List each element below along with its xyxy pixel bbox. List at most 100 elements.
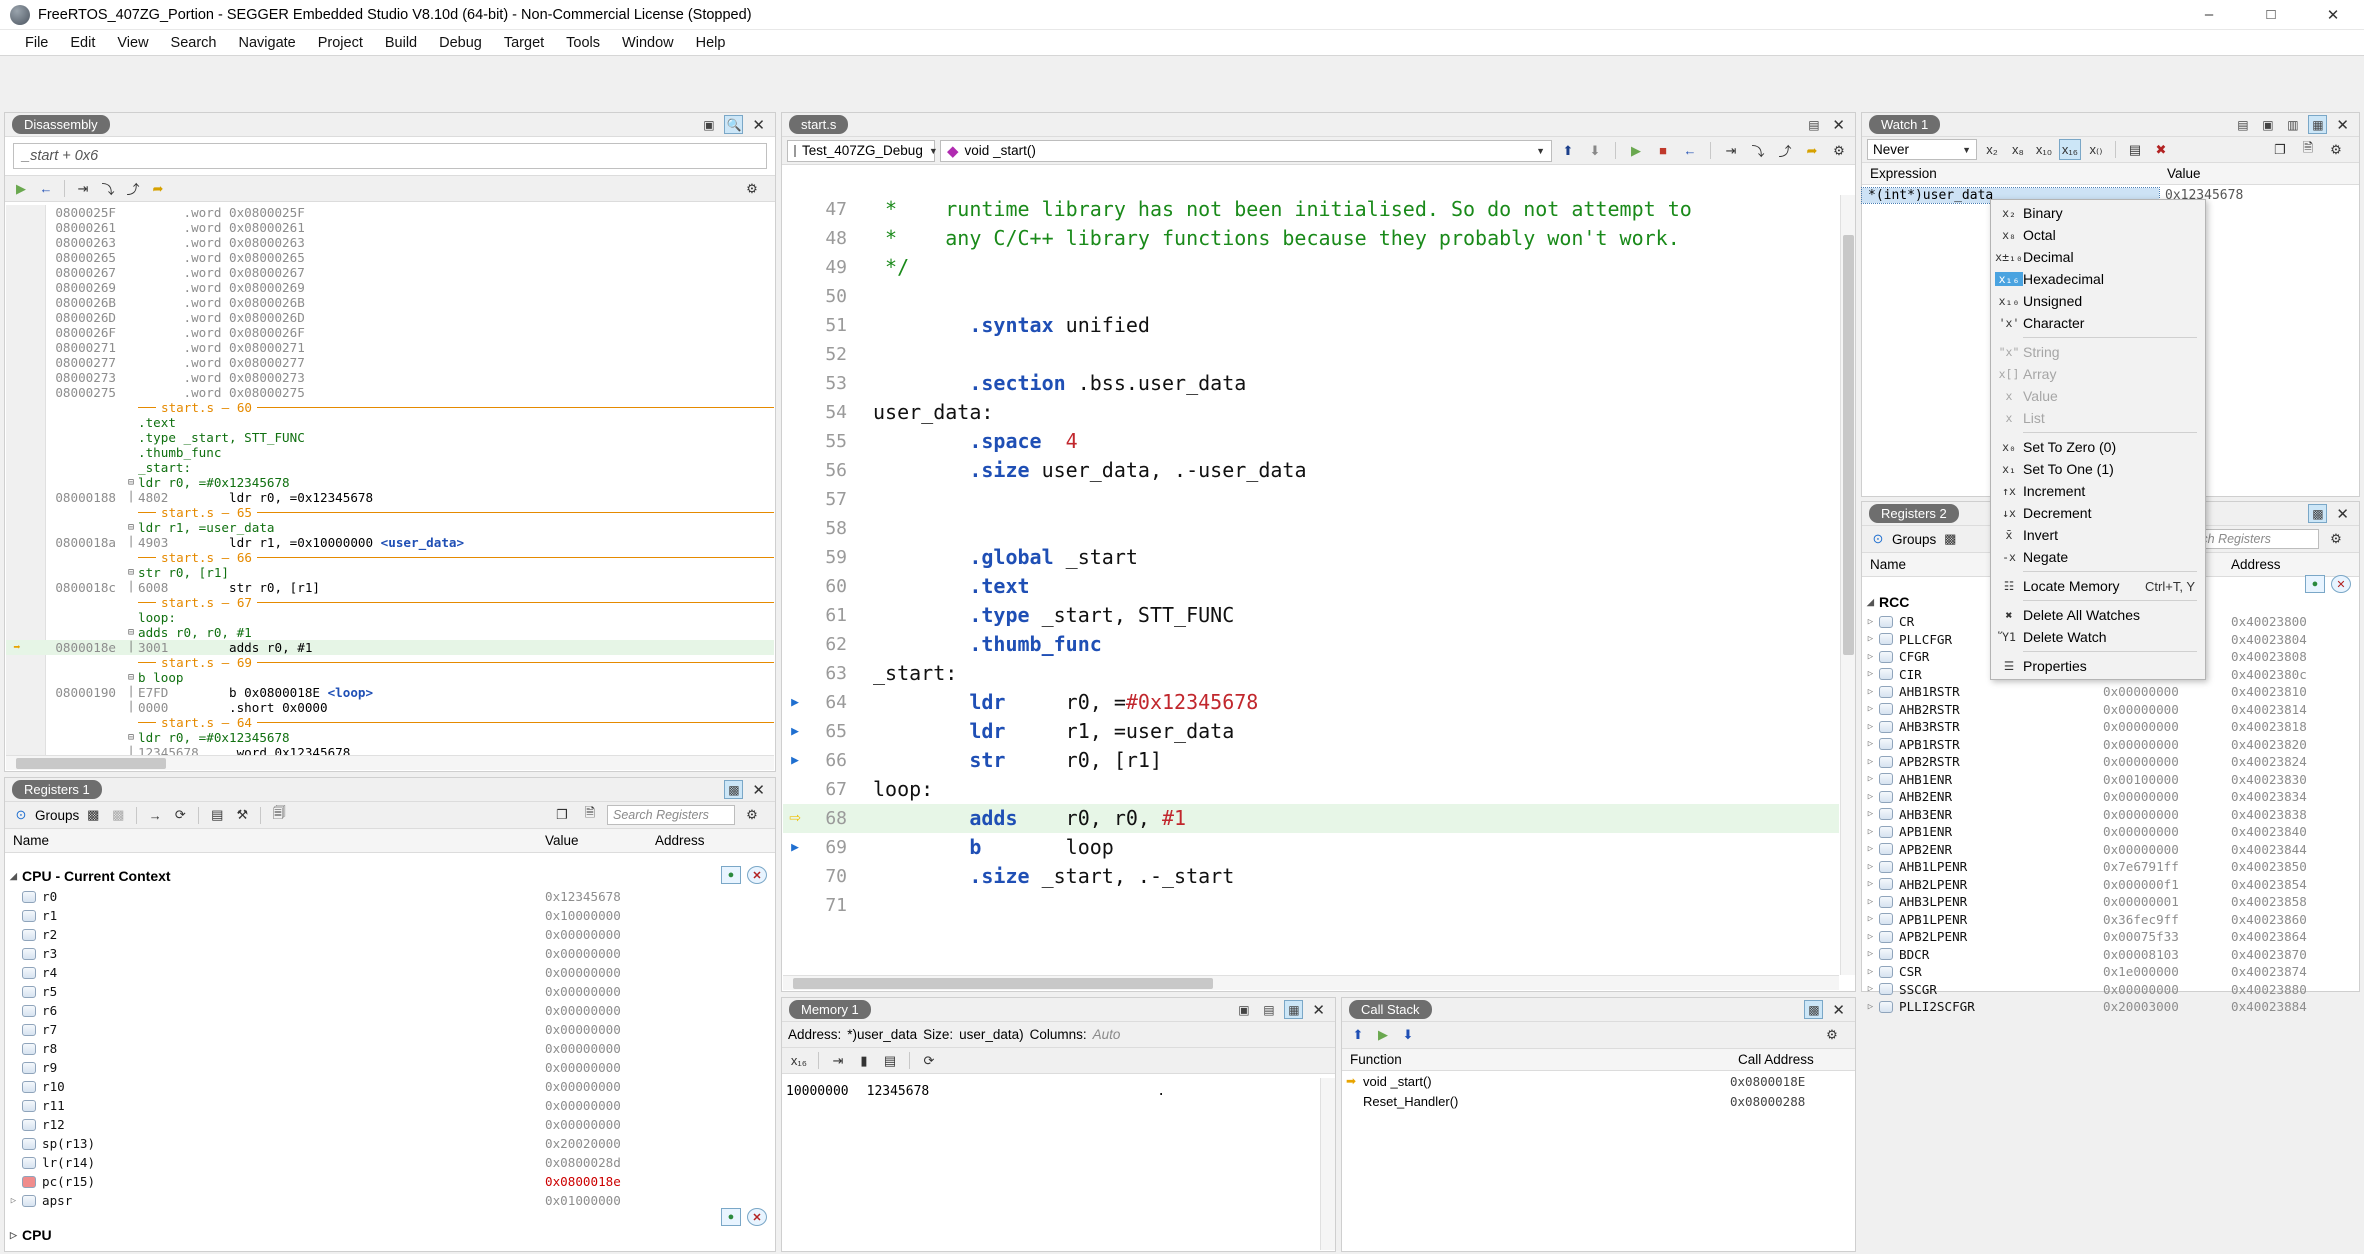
registers1-remove2-icon[interactable]: ✕ — [747, 1208, 767, 1226]
register-value[interactable]: 0x00000000 — [545, 1060, 655, 1075]
editor-source[interactable]: 47 * runtime library has not been initia… — [783, 195, 1839, 975]
register-row[interactable]: sp(r13) 0x20020000 — [5, 1134, 775, 1153]
register-value[interactable]: 0x00000000 — [545, 946, 655, 961]
context-menu-item-binary[interactable]: x₂ Binary — [1991, 202, 2205, 224]
disassembly-line[interactable]: ⊟ str r0, [r1] — [6, 565, 774, 580]
menu-item-edit[interactable]: Edit — [59, 32, 106, 54]
register-value[interactable]: 0x00075f33 — [2103, 929, 2231, 944]
back-icon[interactable]: ← — [35, 178, 57, 199]
registers1-chip-icon[interactable]: ▩ — [82, 805, 104, 826]
fold-icon[interactable]: │ — [124, 580, 138, 595]
fold-icon[interactable]: ⊟ — [124, 475, 138, 490]
disassembly-line[interactable]: 08000190 │ E7FD b 0x0800018E <loop> — [6, 685, 774, 700]
register-row[interactable]: ▷ APB1LPENR 0x36fec9ff 0x40023860 — [1862, 911, 2359, 929]
registers1-doc-icon[interactable]: 🗎 — [579, 805, 601, 826]
expander-icon[interactable]: ▷ — [1862, 739, 1879, 749]
context-menu-item-unsigned[interactable]: x₁₀ Unsigned — [1991, 290, 2205, 312]
memory-active-icon[interactable]: ▦ — [1284, 1000, 1304, 1019]
registers2-gear-icon[interactable]: ⚙ — [2325, 529, 2347, 550]
memory-fill-icon[interactable]: ▮ — [853, 1050, 875, 1071]
disassembly-line[interactable]: loop: — [6, 610, 774, 625]
expander-icon[interactable]: ▷ — [1862, 652, 1879, 662]
expander-icon[interactable]: ▷ — [1862, 827, 1879, 837]
step-into-icon[interactable]: ⇥ — [72, 178, 94, 199]
context-menu-item-octal[interactable]: x₈ Octal — [1991, 224, 2205, 246]
fold-icon[interactable]: ⊟ — [124, 625, 138, 640]
register-value[interactable]: 0x7e6791ff — [2103, 859, 2231, 874]
disassembly-line[interactable]: 0800026B .word 0x0800026B — [6, 295, 774, 310]
register-row[interactable]: ▷ AHB3LPENR 0x00000001 0x40023858 — [1862, 893, 2359, 911]
context-menu-item-hexadecimal[interactable]: x₁₆ Hexadecimal — [1991, 268, 2205, 290]
watch-active-icon[interactable]: ▦ — [2308, 115, 2328, 134]
context-menu-item-properties[interactable]: ☰ Properties — [1991, 655, 2205, 677]
minimize-button[interactable]: – — [2178, 0, 2240, 30]
register-row[interactable]: pc(r15) 0x0800018e — [5, 1172, 775, 1191]
disassembly-line[interactable]: 0800026D .word 0x0800026D — [6, 310, 774, 325]
memory-columns-input[interactable]: Auto — [1093, 1027, 1121, 1042]
registers2-close-icon[interactable]: ✕ — [2333, 505, 2352, 523]
run-icon[interactable]: ▶ — [10, 178, 32, 199]
watch-tab[interactable]: Watch 1 — [1869, 115, 1941, 134]
memory-close-icon[interactable]: ✕ — [1309, 1001, 1328, 1019]
expander-icon[interactable]: ▷ — [1862, 757, 1879, 767]
pin-icon[interactable]: ▣ — [699, 115, 718, 134]
register-value[interactable]: 0x00000000 — [2103, 982, 2231, 997]
disassembly-tab[interactable]: Disassembly — [12, 115, 110, 134]
format-binary-icon[interactable]: x₂ — [1981, 139, 2003, 160]
context-menu-item-set-to-zero-0[interactable]: x₀ Set To Zero (0) — [1991, 436, 2205, 458]
context-menu-item-increment[interactable]: ↑x Increment — [1991, 480, 2205, 502]
register-value[interactable]: 0x00000000 — [2103, 684, 2231, 699]
memory-load-icon[interactable]: ▤ — [1259, 1000, 1278, 1019]
disassembly-line[interactable]: ➡ 0800018e │ 3001 adds r0, #1 — [6, 640, 774, 655]
expander-icon[interactable]: ▷ — [1862, 879, 1879, 889]
registers1-groups-label[interactable]: Groups — [35, 808, 79, 823]
format-octal-icon[interactable]: x₈ — [2007, 139, 2029, 160]
disassembly-line[interactable]: 0800018c │ 6008 str r0, [r1] — [6, 580, 774, 595]
editor-gear-icon[interactable]: ⚙ — [1828, 140, 1850, 161]
close-button[interactable]: ✕ — [2302, 0, 2364, 30]
registers2-groups-icon[interactable]: ⊙ — [1867, 529, 1889, 550]
register-row[interactable]: r10 0x00000000 — [5, 1077, 775, 1096]
expander-icon[interactable]: ▷ — [1862, 914, 1879, 924]
disassembly-line[interactable]: 08000188 │ 4802 ldr r0, =0x12345678 — [6, 490, 774, 505]
register-row[interactable]: ▷ AHB1RSTR 0x00000000 0x40023810 — [1862, 683, 2359, 701]
register-value[interactable]: 0x00000000 — [2103, 807, 2231, 822]
expander-icon[interactable]: ▷ — [1862, 634, 1879, 644]
bookmark-up-icon[interactable]: ⬆ — [1557, 140, 1579, 161]
disassembly-line[interactable]: .type _start, STT_FUNC — [6, 430, 774, 445]
context-menu-item-set-to-one-1[interactable]: x₁ Set To One (1) — [1991, 458, 2205, 480]
menu-item-target[interactable]: Target — [493, 32, 555, 54]
memory-format-hex-icon[interactable]: x₁₆ — [788, 1050, 810, 1071]
context-menu-item-character[interactable]: 'x' Character — [1991, 312, 2205, 334]
disassembly-line[interactable]: 08000265 .word 0x08000265 — [6, 250, 774, 265]
register-row[interactable]: r0 0x12345678 — [5, 887, 775, 906]
callstack-up-icon[interactable]: ⬆ — [1347, 1025, 1369, 1046]
disassembly-line[interactable]: 08000269 .word 0x08000269 — [6, 280, 774, 295]
register-row[interactable]: ▷ PLLI2SCFGR 0x20003000 0x40023884 — [1862, 998, 2359, 1016]
register-value[interactable]: 0x00100000 — [2103, 772, 2231, 787]
memory-goto-icon[interactable]: ⇥ — [827, 1050, 849, 1071]
registers1-add2-icon[interactable]: ● — [721, 1208, 741, 1226]
expander-icon[interactable]: ▷ — [1862, 862, 1879, 872]
expander-icon[interactable]: ▷ — [5, 1196, 22, 1206]
editor-hscrollbar[interactable] — [783, 975, 1839, 990]
editor-line[interactable]: ⇨ 68 adds r0, r0, #1 — [783, 804, 1839, 833]
disassembly-line[interactable]: │ 0000 .short 0x0000 — [6, 700, 774, 715]
disassembly-line[interactable]: start.s — 66 — [6, 550, 774, 565]
editor-split-icon[interactable]: ▤ — [1804, 115, 1823, 134]
disassembly-line[interactable]: 08000261 .word 0x08000261 — [6, 220, 774, 235]
fold-icon[interactable]: ⊟ — [124, 730, 138, 745]
disassembly-line[interactable]: 0800025F .word 0x0800025F — [6, 205, 774, 220]
editor-line[interactable]: 54 user_data: — [783, 398, 1839, 427]
editor-line[interactable]: 48 * any C/C++ library functions because… — [783, 224, 1839, 253]
context-menu-item-delete-watch[interactable]: Ὕ1 Delete Watch — [1991, 626, 2205, 648]
disassembly-line[interactable]: ⊟ b loop — [6, 670, 774, 685]
expander-icon[interactable]: ▷ — [1862, 809, 1879, 819]
register-row[interactable]: ▷ APB1ENR 0x00000000 0x40023840 — [1862, 823, 2359, 841]
disassembly-line[interactable]: 08000271 .word 0x08000271 — [6, 340, 774, 355]
disassembly-address-input[interactable]: _start + 0x6 — [13, 143, 767, 169]
register-value[interactable]: 0x1e000000 — [2103, 964, 2231, 979]
fold-icon[interactable]: │ — [124, 685, 138, 700]
editor-line[interactable]: 52 — [783, 340, 1839, 369]
expander-icon[interactable]: ▷ — [1862, 704, 1879, 714]
